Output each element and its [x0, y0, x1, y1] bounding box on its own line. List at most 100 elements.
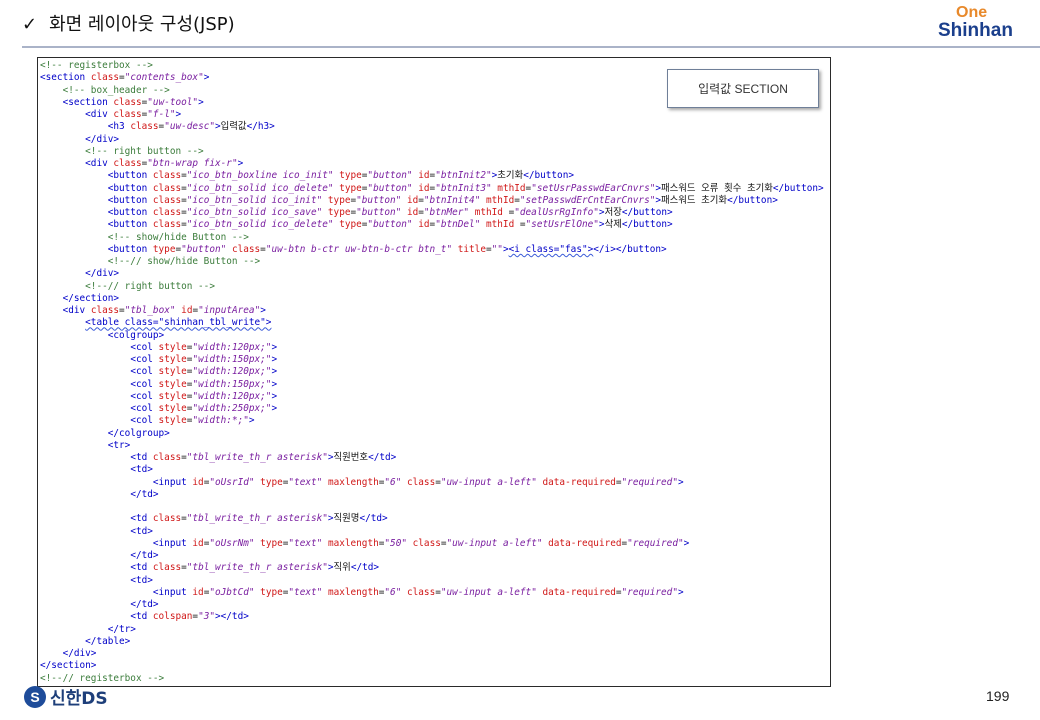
code-token: type [260, 537, 283, 549]
header-divider [22, 46, 1040, 48]
code-token: "inputArea" [198, 305, 261, 316]
code-token: "btnInit2" [435, 170, 492, 182]
code-token: </h3> [246, 121, 275, 133]
code-token: > [683, 537, 690, 549]
code-token: "button" [356, 194, 402, 206]
code-line: <td colspan="3"></td> [40, 611, 249, 622]
code-line: <button class="ico_btn_boxline ico_init"… [40, 170, 574, 181]
code-token: type [260, 476, 283, 488]
code-token: class [152, 219, 182, 231]
code-token: 초기화 [497, 170, 524, 182]
code-token: id [418, 170, 430, 182]
code-token: <button [107, 194, 153, 206]
code-token: <col [130, 378, 159, 390]
code-token: <!--// right button --> [85, 280, 215, 292]
code-line: <input id="oUsrNm" type="text" maxlength… [40, 538, 689, 549]
code-token: </td> [350, 562, 380, 574]
code-line: <!-- show/hide Button --> [40, 232, 249, 243]
code-line: <div class="f-l"> [40, 109, 181, 120]
code-token: "width:*;" [192, 415, 249, 427]
code-token: </div> [62, 648, 97, 659]
shinhan-ds-logo: S 신한DS [24, 684, 108, 709]
code-token: <!-- right button --> [85, 145, 204, 157]
code-token: "btn-wrap fix-r" [147, 158, 238, 169]
code-token: > [271, 341, 278, 353]
code-line: <input id="oUsrId" type="text" maxlength… [40, 477, 684, 488]
code-token: type [152, 243, 176, 255]
code-token: id [406, 207, 419, 218]
code-token: "text" [288, 537, 323, 549]
code-token: style [158, 403, 187, 414]
shinhan-mark-icon: S [24, 685, 46, 708]
code-line: <h3 class="uw-desc">입력값</h3> [40, 121, 275, 132]
code-line: <col style="width:150px;"> [40, 379, 277, 390]
code-line: <button class="ico_btn_solid ico_init" t… [40, 195, 778, 206]
code-token: style [158, 366, 187, 378]
code-token: <tr> [107, 439, 131, 451]
code-token: class [152, 452, 182, 463]
code-token: "setUsrElOne" [525, 219, 599, 231]
code-line: <td> [40, 575, 153, 586]
code-line: <div class="btn-wrap fix-r"> [40, 158, 243, 169]
code-token: class [152, 170, 182, 182]
slide-title: ✓ 화면 레이아웃 구성(JSP) [22, 10, 235, 36]
code-token: <td [130, 513, 153, 525]
code-token: > [271, 366, 278, 378]
code-line: <section class="uw-tool"> [40, 97, 204, 108]
code-token: <div [85, 109, 114, 120]
code-token: style [158, 390, 187, 402]
code-token: "button" [181, 243, 227, 255]
code-token: type [339, 182, 362, 194]
code-token: </div> [85, 268, 120, 280]
code-token: "text" [288, 476, 323, 488]
code-line: <table class="shinhan_tbl_write"> [40, 317, 271, 328]
code-token: "width:150px;" [192, 354, 272, 365]
code-line: <td class="tbl_write_th_r asterisk">직위</… [40, 562, 379, 573]
code-line: <button class = "ico_btn_solid ico_save" t… [40, 207, 673, 218]
code-token: id [192, 537, 204, 549]
code-token: type [339, 219, 362, 231]
code-token: colspan [152, 611, 193, 623]
code-screenshot: <!-- registerbox --> <section class="con… [37, 57, 831, 687]
code-token: type [339, 170, 362, 182]
code-token: "width:150px;" [192, 378, 272, 390]
code-token: > [237, 158, 244, 169]
code-line: </tr> [40, 624, 136, 635]
code-token: "ico_btn_boxline ico_init" [186, 170, 334, 182]
code-token: "tbl_write_th_r asterisk" [186, 562, 328, 574]
code-token: "6" [384, 586, 402, 598]
logo-shinhan-text: Shinhan [938, 20, 1013, 41]
code-token: "dealUsrRgInfo" [514, 207, 599, 218]
code-token: > [203, 72, 210, 84]
code-line: <col style="width:120px;"> [40, 391, 277, 402]
code-line: </div> [40, 134, 119, 145]
code-token: <input [152, 476, 193, 488]
code-token: "width:120px;" [192, 341, 272, 353]
code-token: </td> [359, 513, 388, 525]
code-token: maxlength [327, 476, 379, 488]
code-line: </section> [40, 660, 96, 671]
code-token: id [418, 219, 430, 231]
code-token: </button> [621, 207, 673, 218]
code-token: 패스워드 오류 횟수 초기화 [661, 182, 773, 194]
code-line: <!-- box_header --> [40, 85, 170, 96]
